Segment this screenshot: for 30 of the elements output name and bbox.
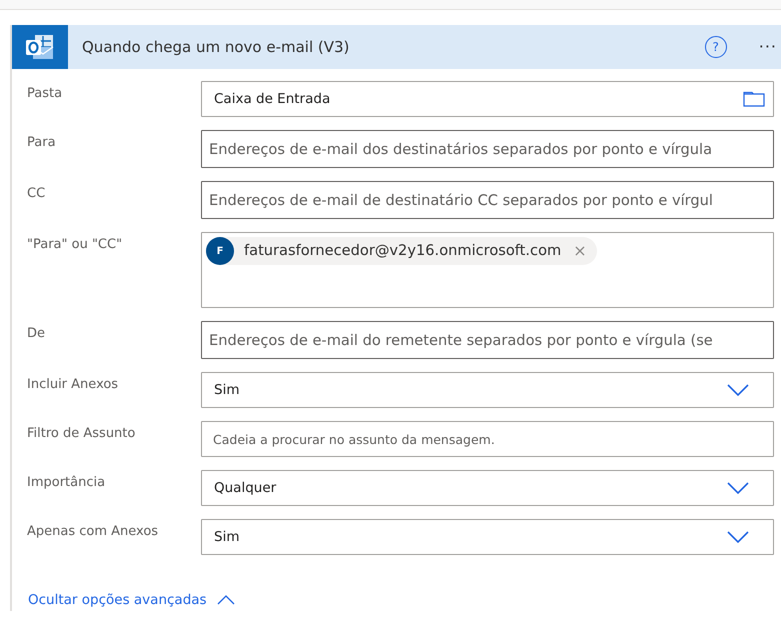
chevron-down-icon: [727, 384, 749, 396]
input-field[interactable]: Endereços de e-mail de destinatário CC separados por ponto e vírgul: [201, 181, 774, 219]
field-label: Incluir Anexos: [27, 376, 120, 394]
field-label: Filtro de Assunto: [27, 425, 136, 443]
help-button[interactable]: ?: [704, 36, 727, 58]
chevron-down-icon: [727, 531, 749, 543]
field-label: "Para" ou "CC": [27, 236, 124, 254]
field-label: Para: [27, 134, 57, 152]
chevron-down-icon: [727, 482, 749, 494]
field-label: Pasta: [27, 85, 64, 103]
chevron-up-icon: [216, 595, 235, 606]
dropdown[interactable]: Sim: [201, 519, 774, 555]
field-label: Apenas com Anexos: [27, 523, 160, 541]
mail-app-icon: [25, 33, 55, 61]
tag-input-field[interactable]: F faturasfornecedor@v2y16.onmicrosoft.com ×: [201, 232, 774, 308]
folder-picker-field[interactable]: Caixa de Entrada: [201, 81, 774, 117]
card-title: Quando chega um novo e-mail (V3): [82, 36, 350, 58]
dropdown[interactable]: Qualquer: [201, 470, 774, 506]
dropdown[interactable]: Sim: [201, 372, 774, 408]
field-label: Importância: [27, 474, 106, 492]
field-label: De: [27, 325, 46, 343]
advanced-options-link[interactable]: Ocultar opções avançadas: [28, 590, 235, 610]
folder-icon[interactable]: [743, 91, 765, 107]
avatar-icon: F: [206, 237, 234, 265]
input-field[interactable]: Endereços de e-mail dos destinatários separados por ponto e vírgula: [201, 130, 774, 168]
input-field[interactable]: Endereços de e-mail do remetente separados por ponto e vírgula (se: [201, 321, 774, 359]
more-button[interactable]: ···: [754, 35, 781, 59]
input-field[interactable]: Cadeia a procurar no assunto da mensagem.: [201, 421, 774, 457]
email-chip: F faturasfornecedor@v2y16.onmicrosoft.com ×: [206, 237, 597, 265]
field-label: CC: [27, 185, 46, 203]
